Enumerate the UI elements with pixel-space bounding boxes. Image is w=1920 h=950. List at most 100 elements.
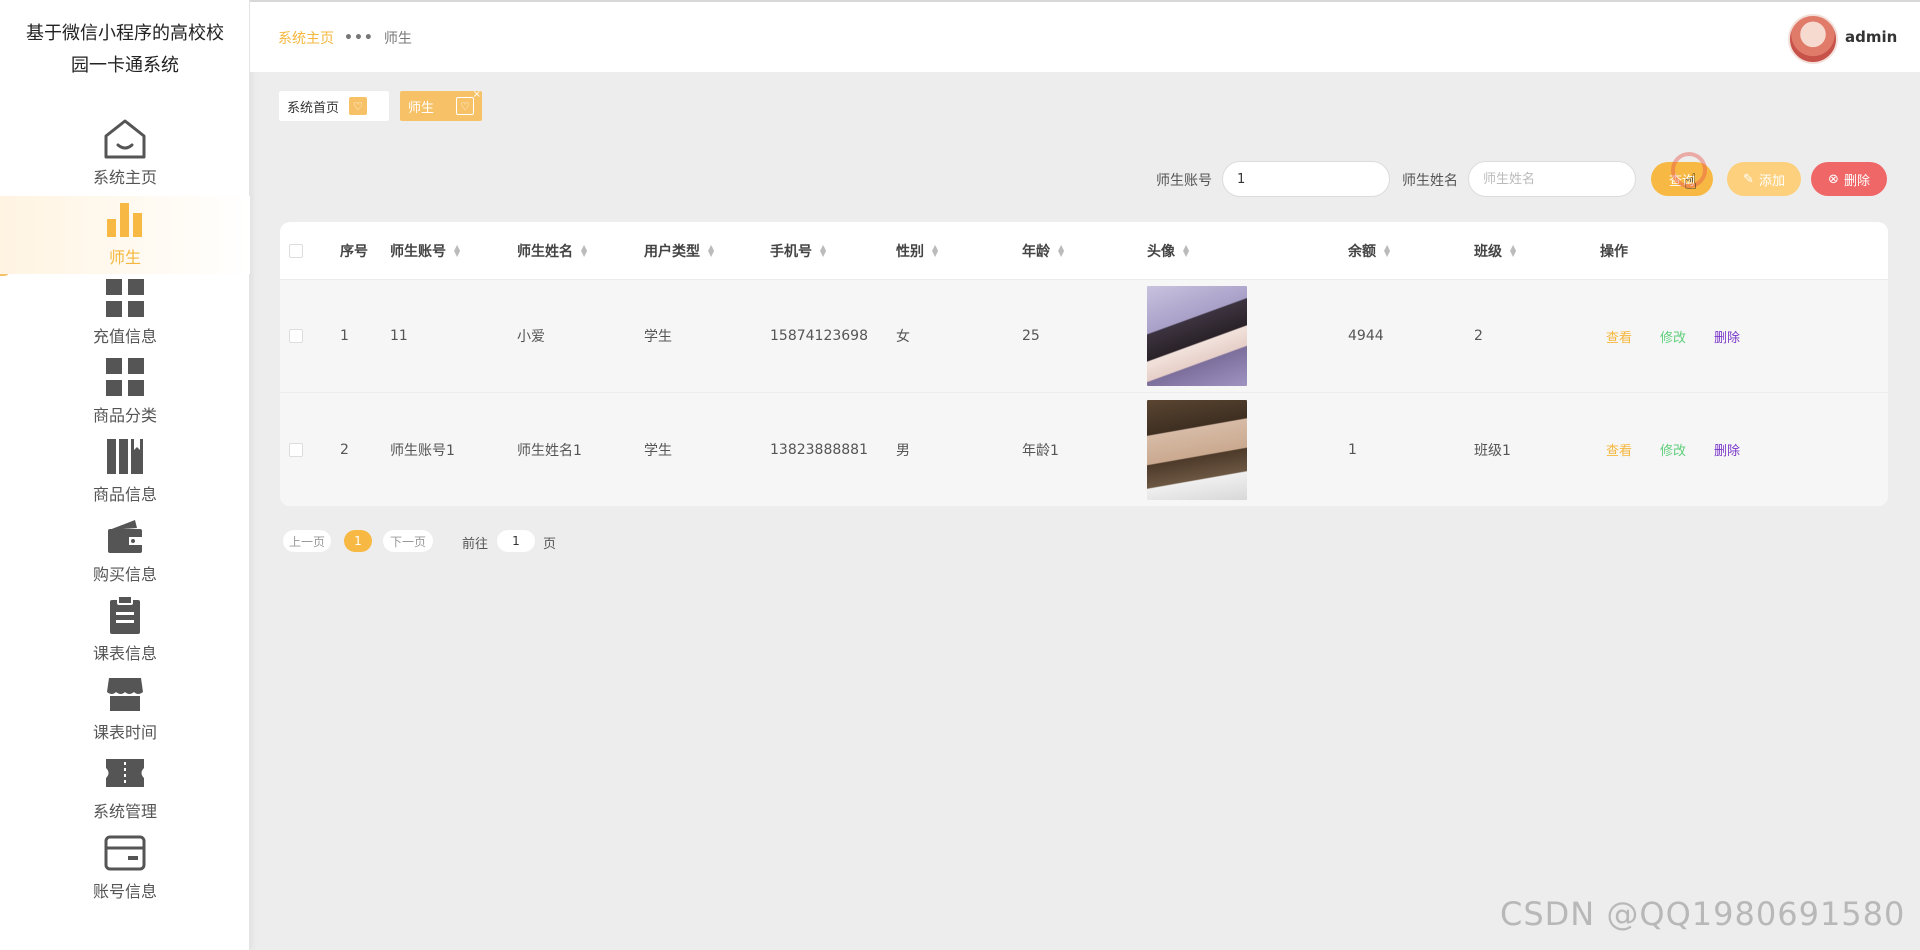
cell-gender: 女 xyxy=(896,329,910,345)
delete-link[interactable]: 删除 xyxy=(1714,327,1740,346)
column-header[interactable]: 头像 ▲ ▼ xyxy=(1147,222,1189,279)
name-label: 师生姓名 xyxy=(1402,173,1458,189)
cell-account: 师生账号1 xyxy=(390,442,455,459)
clipboard-icon xyxy=(101,592,149,638)
sort-icon: ▲ ▼ xyxy=(1510,242,1517,258)
sidebar-item-teachers-students[interactable]: 师生 xyxy=(0,196,250,274)
wallet-icon xyxy=(101,513,149,559)
cell-index: 2 xyxy=(340,441,349,458)
edit-link[interactable]: 修改 xyxy=(1660,327,1686,346)
page-number-button[interactable]: 1 xyxy=(344,530,372,552)
book-icon xyxy=(101,433,149,479)
delete-button[interactable]: ⊗ 删除 xyxy=(1811,162,1887,196)
sidebar-item-label: 购买信息 xyxy=(92,565,157,584)
account-label: 师生账号 xyxy=(1156,173,1212,189)
cell-avatar xyxy=(1147,280,1247,392)
sidebar-item-label: 商品分类 xyxy=(92,406,157,425)
grid-icon xyxy=(101,354,149,400)
breadcrumb-current: 师生 xyxy=(383,31,412,47)
account-search-input[interactable] xyxy=(1222,161,1390,197)
column-header: 序号 xyxy=(340,243,368,260)
tab-label: 系统首页 xyxy=(287,100,340,116)
avatar-image xyxy=(1147,286,1247,386)
store-icon xyxy=(101,671,149,717)
cell-account: 11 xyxy=(390,328,408,344)
sidebar-item-label: 课表信息 xyxy=(92,644,157,663)
top-bar: 系统主页 ••• 师生 admin xyxy=(250,0,1920,72)
heart-icon: ♡ xyxy=(349,97,368,115)
column-header[interactable]: 师生姓名 ▲ ▼ xyxy=(517,222,587,279)
username[interactable]: admin xyxy=(1845,28,1897,46)
column-header: 操作 xyxy=(1600,243,1628,260)
tab-teachers-students[interactable]: 师生 ♡ × xyxy=(400,89,482,121)
prev-page-button[interactable]: 上一页 xyxy=(283,530,331,552)
row-checkbox[interactable] xyxy=(289,393,303,506)
table-row: 1 11 小爱 学生 15874123698 女 25 4944 2 查看 修改… xyxy=(280,280,1888,393)
add-button[interactable]: ✎ 添加 xyxy=(1727,162,1801,196)
select-all-checkbox[interactable] xyxy=(289,222,303,279)
close-icon[interactable]: × xyxy=(473,89,481,100)
sort-icon: ▲ ▼ xyxy=(932,242,939,258)
cell-phone: 13823888881 xyxy=(770,441,868,458)
name-search-input[interactable] xyxy=(1468,161,1636,197)
sidebar-item-purchase-info[interactable]: 购买信息 xyxy=(0,513,250,591)
close-circle-icon: ⊗ xyxy=(1828,171,1839,187)
column-header[interactable]: 年龄 ▲ ▼ xyxy=(1022,222,1064,279)
cell-class: 2 xyxy=(1474,328,1483,344)
pencil-icon: ✎ xyxy=(1743,171,1754,187)
sidebar-item-label: 师生 xyxy=(108,248,141,267)
breadcrumb-home[interactable]: 系统主页 xyxy=(278,28,334,48)
tab-label: 师生 xyxy=(408,100,435,116)
cell-balance: 1 xyxy=(1348,441,1357,458)
cell-name: 师生姓名1 xyxy=(517,442,582,459)
cell-name: 小爱 xyxy=(517,329,545,345)
grid-icon xyxy=(101,275,149,321)
sidebar-item-product-category[interactable]: 商品分类 xyxy=(0,354,250,432)
goto-page-input[interactable] xyxy=(497,530,535,552)
column-header[interactable]: 师生账号 ▲ ▼ xyxy=(390,222,460,279)
cell-type: 学生 xyxy=(644,442,672,459)
tab-home[interactable]: 系统首页 ♡ xyxy=(279,91,389,121)
delete-link[interactable]: 删除 xyxy=(1714,440,1740,459)
sidebar-item-home[interactable]: 系统主页 xyxy=(0,116,250,194)
cell-actions: 查看 修改 删除 xyxy=(1606,393,1768,506)
card-icon xyxy=(101,830,149,876)
sidebar-item-system-management[interactable]: 系统管理 xyxy=(0,750,250,828)
cell-balance: 4944 xyxy=(1348,328,1384,344)
breadcrumb-separator-icon: ••• xyxy=(344,30,374,46)
sort-icon: ▲ ▼ xyxy=(820,242,827,258)
column-header[interactable]: 性别 ▲ ▼ xyxy=(896,222,938,279)
column-header[interactable]: 余额 ▲ ▼ xyxy=(1348,222,1390,279)
sidebar-item-label: 课表时间 xyxy=(92,723,157,742)
ticket-icon xyxy=(101,750,149,796)
cell-class: 班级1 xyxy=(1474,442,1511,459)
row-checkbox[interactable] xyxy=(289,280,303,392)
table-header-row: 序号 师生账号 ▲ ▼ 师生姓名 ▲ ▼ 用户类型 ▲ ▼ 手机号 ▲ ▼ 性别 ▲ ▼ 年龄 ▲ ▼ … xyxy=(280,222,1888,280)
heart-icon: ♡ xyxy=(456,97,474,115)
cell-actions: 查看 修改 删除 xyxy=(1606,280,1768,392)
avatar[interactable] xyxy=(1788,14,1838,64)
column-header[interactable]: 班级 ▲ ▼ xyxy=(1474,222,1516,279)
sidebar-item-label: 系统管理 xyxy=(92,802,157,821)
sort-icon: ▲ ▼ xyxy=(454,242,461,258)
next-page-button[interactable]: 下一页 xyxy=(383,530,433,552)
edit-link[interactable]: 修改 xyxy=(1660,440,1686,459)
app-title: 基于微信小程序的高校校园一卡通系统 xyxy=(26,23,224,76)
avatar-image xyxy=(1147,399,1247,500)
table-row: 2 师生账号1 师生姓名1 学生 13823888881 男 年龄1 1 班级1… xyxy=(280,393,1888,506)
bar-chart-icon xyxy=(101,196,149,242)
sidebar-item-product-info[interactable]: 商品信息 xyxy=(0,433,250,511)
sort-icon: ▲ ▼ xyxy=(1058,242,1065,258)
sidebar-item-schedule-time[interactable]: 课表时间 xyxy=(0,671,250,749)
sidebar-item-recharge[interactable]: 充值信息 xyxy=(0,275,250,353)
view-link[interactable]: 查看 xyxy=(1606,327,1632,346)
column-header[interactable]: 用户类型 ▲ ▼ xyxy=(644,222,714,279)
sort-icon: ▲ ▼ xyxy=(1384,242,1391,258)
sidebar-item-label: 系统主页 xyxy=(92,168,157,187)
sidebar-item-account-info[interactable]: 账号信息 xyxy=(0,830,250,908)
sidebar-item-schedule-info[interactable]: 课表信息 xyxy=(0,592,250,670)
watermark: CSDN @QQ1980691580 xyxy=(1500,895,1906,933)
column-header[interactable]: 手机号 ▲ ▼ xyxy=(770,222,826,279)
delete-button-label: 删除 xyxy=(1843,173,1870,189)
view-link[interactable]: 查看 xyxy=(1606,440,1632,459)
